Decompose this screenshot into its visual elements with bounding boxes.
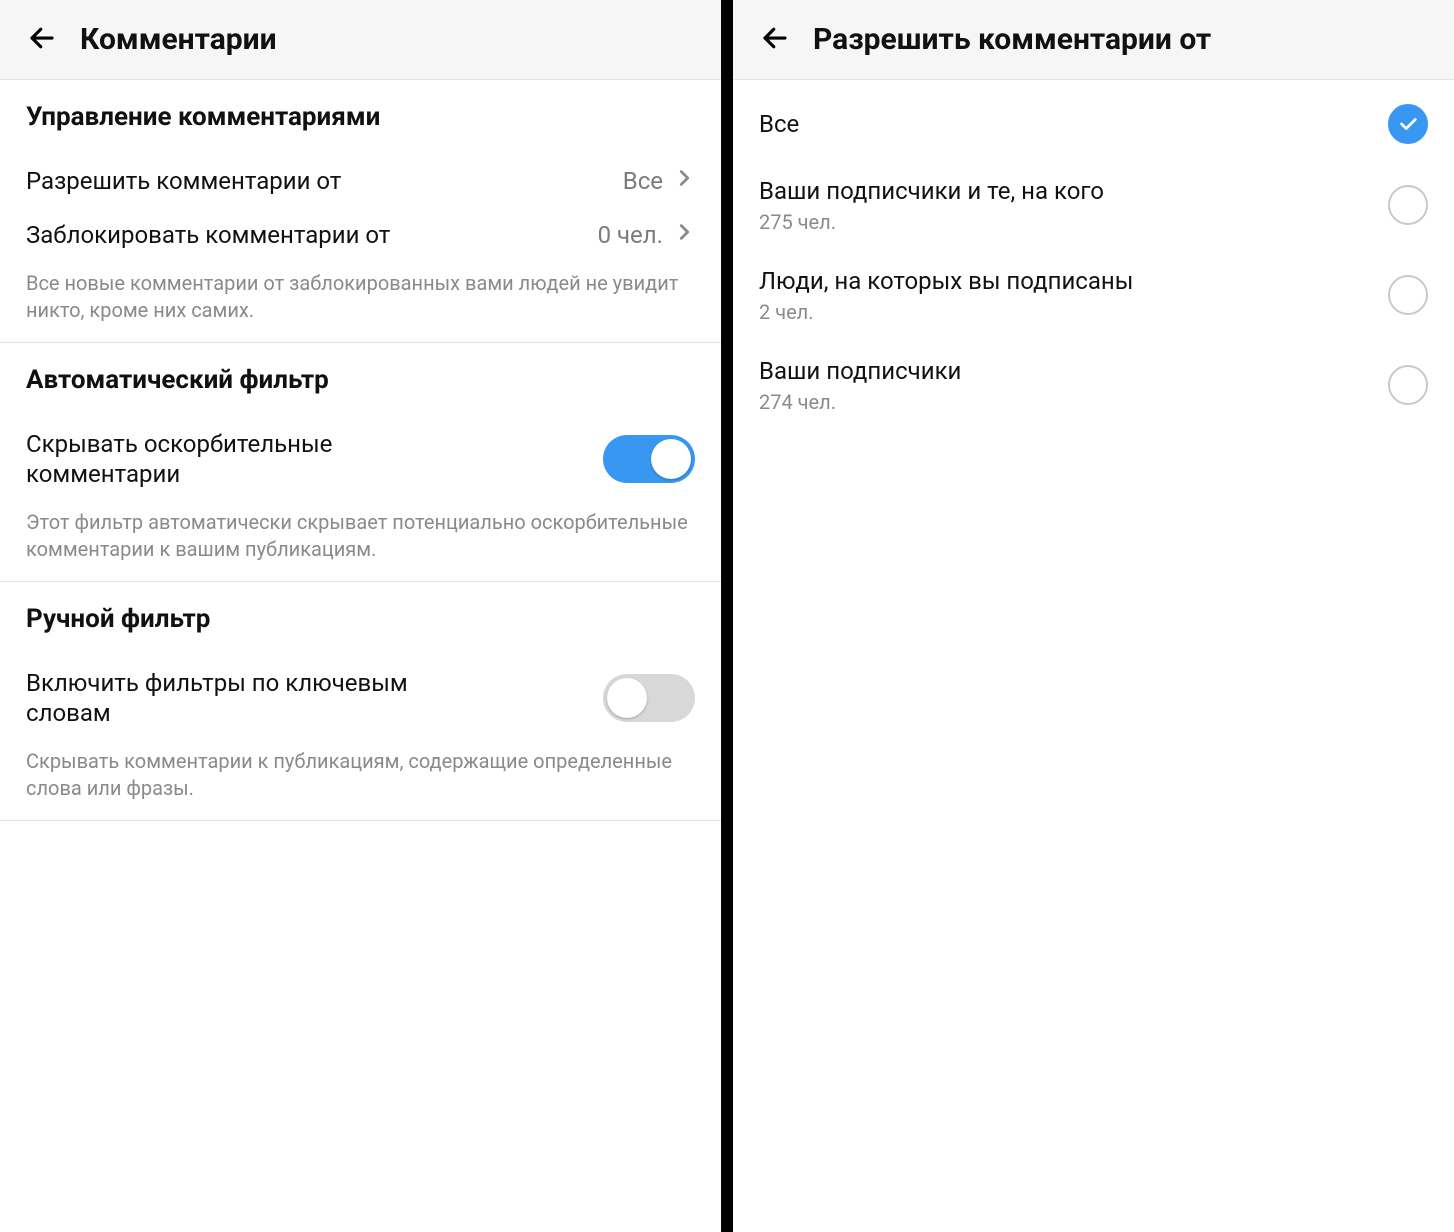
allow-comments-from-row[interactable]: Разрешить комментарии от Все	[26, 154, 695, 208]
toggle-knob	[651, 439, 691, 479]
allow-comments-from-value: Все	[623, 167, 663, 195]
option-subtitle: 275 чел.	[759, 210, 1104, 234]
page-title: Комментарии	[80, 22, 277, 57]
option-followers-and-following[interactable]: Ваши подписчики и те, на кого 275 чел.	[733, 160, 1454, 250]
manual-helper-text: Скрывать комментарии к публикациям, соде…	[26, 748, 695, 802]
option-text: Ваши подписчики и те, на кого 275 чел.	[759, 176, 1104, 234]
arrow-left-icon	[27, 23, 57, 57]
block-comments-from-value: 0 чел.	[598, 221, 663, 249]
auto-helper-text: Этот фильтр автоматически скрывает потен…	[26, 509, 695, 563]
chevron-right-icon	[673, 167, 695, 195]
section-title-manual: Ручной фильтр	[26, 604, 695, 634]
option-title: Ваши подписчики	[759, 356, 961, 386]
option-text: Ваши подписчики 274 чел.	[759, 356, 961, 414]
radio-indicator	[1388, 104, 1428, 144]
allow-comments-from-screen: Разрешить комментарии от Все Ваши подпис…	[727, 0, 1454, 1232]
keyword-filter-label: Включить фильтры по ключевым словам	[26, 668, 481, 728]
option-following[interactable]: Люди, на которых вы подписаны 2 чел.	[733, 250, 1454, 340]
radio-indicator	[1388, 365, 1428, 405]
check-icon	[1397, 113, 1419, 135]
option-title: Все	[759, 109, 799, 139]
comments-settings-screen: Комментарии Управление комментариями Раз…	[0, 0, 727, 1232]
hide-offensive-row: Скрывать оскорбительные комментарии	[26, 417, 695, 501]
allow-from-options: Все Ваши подписчики и те, на кого 275 че…	[733, 80, 1454, 438]
allow-comments-from-label: Разрешить комментарии от	[26, 166, 341, 196]
toggle-knob	[607, 678, 647, 718]
allow-comments-from-value-wrap: Все	[623, 167, 695, 195]
page-title: Разрешить комментарии от	[813, 22, 1211, 57]
option-text: Люди, на которых вы подписаны 2 чел.	[759, 266, 1133, 324]
back-button[interactable]	[753, 18, 797, 62]
section-title-manage: Управление комментариями	[26, 102, 695, 132]
section-manual-filter: Ручной фильтр Включить фильтры по ключев…	[0, 582, 721, 821]
back-button[interactable]	[20, 18, 64, 62]
keyword-filter-toggle[interactable]	[603, 674, 695, 722]
section-title-auto: Автоматический фильтр	[26, 365, 695, 395]
block-comments-from-row[interactable]: Заблокировать комментарии от 0 чел.	[26, 208, 695, 262]
option-subtitle: 274 чел.	[759, 390, 961, 414]
section-manage-comments: Управление комментариями Разрешить комме…	[0, 80, 721, 343]
block-comments-from-label: Заблокировать комментарии от	[26, 220, 390, 250]
chevron-right-icon	[673, 221, 695, 249]
option-followers[interactable]: Ваши подписчики 274 чел.	[733, 340, 1454, 430]
radio-indicator	[1388, 275, 1428, 315]
manage-helper-text: Все новые комментарии от заблокированных…	[26, 270, 695, 324]
hide-offensive-label: Скрывать оскорбительные комментарии	[26, 429, 481, 489]
option-title: Люди, на которых вы подписаны	[759, 266, 1133, 296]
option-subtitle: 2 чел.	[759, 300, 1133, 324]
section-auto-filter: Автоматический фильтр Скрывать оскорбите…	[0, 343, 721, 582]
header: Комментарии	[0, 0, 721, 80]
keyword-filter-row: Включить фильтры по ключевым словам	[26, 656, 695, 740]
header: Разрешить комментарии от	[733, 0, 1454, 80]
block-comments-from-value-wrap: 0 чел.	[598, 221, 695, 249]
arrow-left-icon	[760, 23, 790, 57]
option-title: Ваши подписчики и те, на кого	[759, 176, 1104, 206]
option-everyone[interactable]: Все	[733, 88, 1454, 160]
radio-indicator	[1388, 185, 1428, 225]
option-text: Все	[759, 109, 799, 139]
hide-offensive-toggle[interactable]	[603, 435, 695, 483]
